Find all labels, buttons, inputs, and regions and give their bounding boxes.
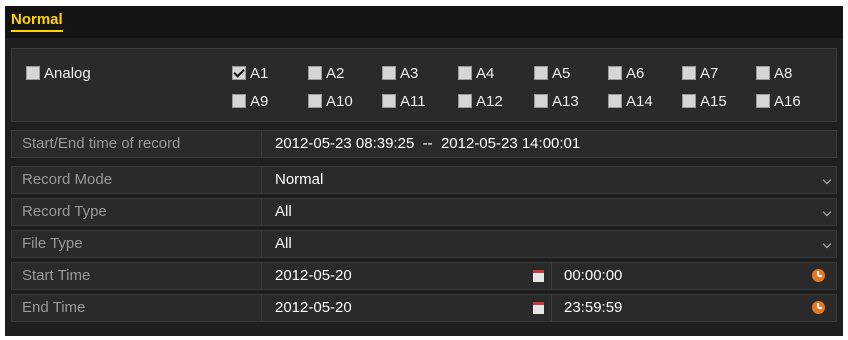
record-type-row: Record Type All — [11, 198, 837, 226]
channel-a9[interactable]: A9 — [232, 93, 268, 110]
file-type-label: File Type — [12, 231, 262, 257]
checkbox-a12[interactable] — [458, 94, 472, 108]
checkbox-analog[interactable] — [26, 66, 40, 80]
channel-label: A7 — [700, 65, 719, 82]
checkbox-a7[interactable] — [682, 66, 696, 80]
channel-a15[interactable]: A15 — [682, 93, 727, 110]
file-type-value: All — [275, 235, 292, 252]
checkbox-a8[interactable] — [756, 66, 770, 80]
channel-label: A15 — [700, 93, 727, 110]
end-date-field[interactable]: 2012-05-20 — [263, 295, 551, 321]
calendar-icon[interactable] — [533, 270, 544, 282]
checkbox-a2[interactable] — [308, 66, 322, 80]
calendar-icon[interactable] — [533, 302, 544, 314]
channel-a16[interactable]: A16 — [756, 93, 801, 110]
record-type-select[interactable]: All — [263, 199, 836, 225]
channel-a12[interactable]: A12 — [458, 93, 503, 110]
start-time-label: Start Time — [12, 263, 262, 289]
clock-icon[interactable] — [812, 269, 825, 282]
channel-a6[interactable]: A6 — [608, 65, 644, 82]
file-type-row: File Type All — [11, 230, 837, 258]
channel-a8[interactable]: A8 — [756, 65, 792, 82]
end-time-row: End Time 2012-05-20 23:59:59 — [11, 294, 837, 322]
channel-a5[interactable]: A5 — [534, 65, 570, 82]
checkbox-a13[interactable] — [534, 94, 548, 108]
channel-label: A12 — [476, 93, 503, 110]
channel-label: A14 — [626, 93, 653, 110]
checkbox-a5[interactable] — [534, 66, 548, 80]
channel-label: A3 — [400, 65, 419, 82]
tab-bar: Normal — [5, 6, 843, 38]
checkbox-a3[interactable] — [382, 66, 396, 80]
record-mode-label: Record Mode — [12, 167, 262, 193]
channel-label: A4 — [476, 65, 495, 82]
channel-a7[interactable]: A7 — [682, 65, 718, 82]
channel-a2[interactable]: A2 — [308, 65, 344, 82]
record-type-label: Record Type — [12, 199, 262, 225]
start-time-value: 00:00:00 — [564, 267, 623, 284]
checkbox-a10[interactable] — [308, 94, 322, 108]
chevron-down-icon — [822, 207, 832, 217]
record-mode-value: Normal — [275, 171, 324, 188]
channel-label: A11 — [400, 93, 426, 110]
start-time-field[interactable]: 00:00:00 — [552, 263, 836, 289]
record-span-label: Start/End time of record — [12, 131, 262, 157]
channel-a1[interactable]: A1 — [232, 65, 268, 82]
channel-label: A2 — [326, 65, 345, 82]
checkbox-a6[interactable] — [608, 66, 622, 80]
chevron-down-icon — [822, 239, 832, 249]
analog-label: Analog — [44, 65, 91, 82]
channel-a3[interactable]: A3 — [382, 65, 418, 82]
checkbox-a1[interactable] — [232, 66, 246, 80]
search-panel: Normal Analog A1 A2 A3 A4 A5 A6 A7 A8 A9… — [5, 6, 843, 336]
checkbox-a4[interactable] — [458, 66, 472, 80]
channel-label: A6 — [626, 65, 645, 82]
checkbox-a11[interactable] — [382, 94, 396, 108]
checkbox-a16[interactable] — [756, 94, 770, 108]
channel-a10[interactable]: A10 — [308, 93, 353, 110]
checkbox-a15[interactable] — [682, 94, 696, 108]
chevron-down-icon — [822, 175, 832, 185]
end-time-field[interactable]: 23:59:59 — [552, 295, 836, 321]
channel-label: A1 — [250, 65, 269, 82]
channel-label: A9 — [250, 93, 269, 110]
record-mode-row: Record Mode Normal — [11, 166, 837, 194]
record-span-row: Start/End time of record 2012-05-23 08:3… — [11, 130, 837, 158]
record-span-value: 2012-05-23 08:39:25 -- 2012-05-23 14:00:… — [275, 135, 581, 152]
record-type-value: All — [275, 203, 292, 220]
analog-checkbox[interactable]: Analog — [26, 65, 91, 82]
end-time-label: End Time — [12, 295, 262, 321]
start-time-row: Start Time 2012-05-20 00:00:00 — [11, 262, 837, 290]
checkbox-a14[interactable] — [608, 94, 622, 108]
channel-a11[interactable]: A11 — [382, 93, 426, 110]
record-mode-select[interactable]: Normal — [263, 167, 836, 193]
channel-label: A5 — [552, 65, 571, 82]
end-time-value: 23:59:59 — [564, 299, 623, 316]
channel-a14[interactable]: A14 — [608, 93, 653, 110]
tab-normal[interactable]: Normal — [11, 11, 63, 32]
checkbox-a9[interactable] — [232, 94, 246, 108]
channel-a4[interactable]: A4 — [458, 65, 494, 82]
channel-label: A10 — [326, 93, 353, 110]
channel-selection: Analog A1 A2 A3 A4 A5 A6 A7 A8 A9 A10 A1… — [11, 48, 837, 122]
file-type-select[interactable]: All — [263, 231, 836, 257]
channel-label: A13 — [552, 93, 579, 110]
channel-a13[interactable]: A13 — [534, 93, 579, 110]
channel-label: A16 — [774, 93, 801, 110]
start-date-field[interactable]: 2012-05-20 — [263, 263, 551, 289]
clock-icon[interactable] — [812, 301, 825, 314]
start-date-value: 2012-05-20 — [275, 267, 352, 284]
channel-label: A8 — [774, 65, 793, 82]
end-date-value: 2012-05-20 — [275, 299, 352, 316]
